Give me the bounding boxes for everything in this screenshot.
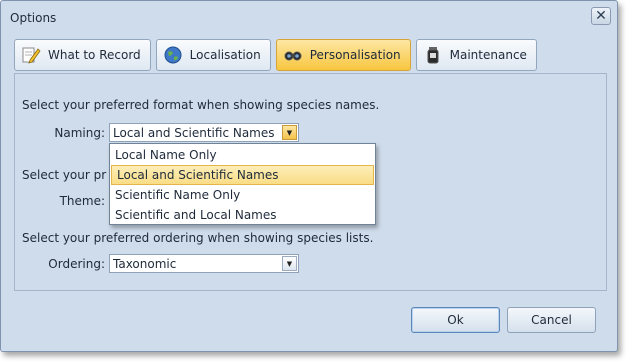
pencil-icon <box>20 44 42 66</box>
tab-bar: What to Record Localisation Personalisat… <box>14 39 537 73</box>
close-button[interactable]: ✕ <box>591 7 611 25</box>
naming-prompt: Select your preferred format when showin… <box>22 98 380 112</box>
ok-button[interactable]: Ok <box>411 307 500 333</box>
naming-select[interactable]: Local and Scientific Names ▼ <box>109 123 299 142</box>
naming-select-value: Local and Scientific Names <box>113 125 275 140</box>
close-icon: ✕ <box>595 8 607 24</box>
tab-label: Personalisation <box>309 48 401 62</box>
ordering-label: Ordering: <box>48 257 105 271</box>
chevron-down-icon[interactable]: ▼ <box>282 256 297 271</box>
dropdown-option-scientific-and-local-names[interactable]: Scientific and Local Names <box>110 205 375 225</box>
cancel-button-label: Cancel <box>531 313 572 327</box>
tab-maintenance[interactable]: Maintenance <box>415 39 537 71</box>
tab-localisation[interactable]: Localisation <box>155 39 271 71</box>
chevron-down-icon[interactable]: ▼ <box>282 125 297 140</box>
ordering-select-value: Taxonomic <box>113 256 177 271</box>
cancel-button[interactable]: Cancel <box>507 307 596 333</box>
title-bar: Options ✕ <box>1 1 617 31</box>
naming-label: Naming: <box>54 126 105 140</box>
tab-what-to-record[interactable]: What to Record <box>14 39 151 71</box>
window-title: Options <box>10 11 57 25</box>
jar-icon <box>422 44 444 66</box>
dropdown-option-local-and-scientific-names[interactable]: Local and Scientific Names <box>111 165 374 185</box>
ordering-select[interactable]: Taxonomic ▼ <box>109 254 299 273</box>
tab-label: What to Record <box>48 48 141 62</box>
tab-label: Localisation <box>189 48 261 62</box>
dropdown-option-scientific-name-only[interactable]: Scientific Name Only <box>110 185 375 205</box>
tab-label: Maintenance <box>449 48 527 62</box>
options-dialog: Options ✕ What to Record Localisation Pe… <box>0 0 618 352</box>
naming-dropdown-list: Local Name Only Local and Scientific Nam… <box>109 143 376 225</box>
globe-icon <box>162 44 184 66</box>
theme-prompt: Select your pr <box>22 168 107 182</box>
ok-button-label: Ok <box>447 313 464 327</box>
theme-label: Theme: <box>59 194 105 208</box>
dropdown-option-local-name-only[interactable]: Local Name Only <box>110 145 375 165</box>
ordering-prompt: Select your preferred ordering when show… <box>22 231 374 245</box>
binoculars-icon <box>282 44 304 66</box>
tab-personalisation[interactable]: Personalisation <box>275 39 411 71</box>
